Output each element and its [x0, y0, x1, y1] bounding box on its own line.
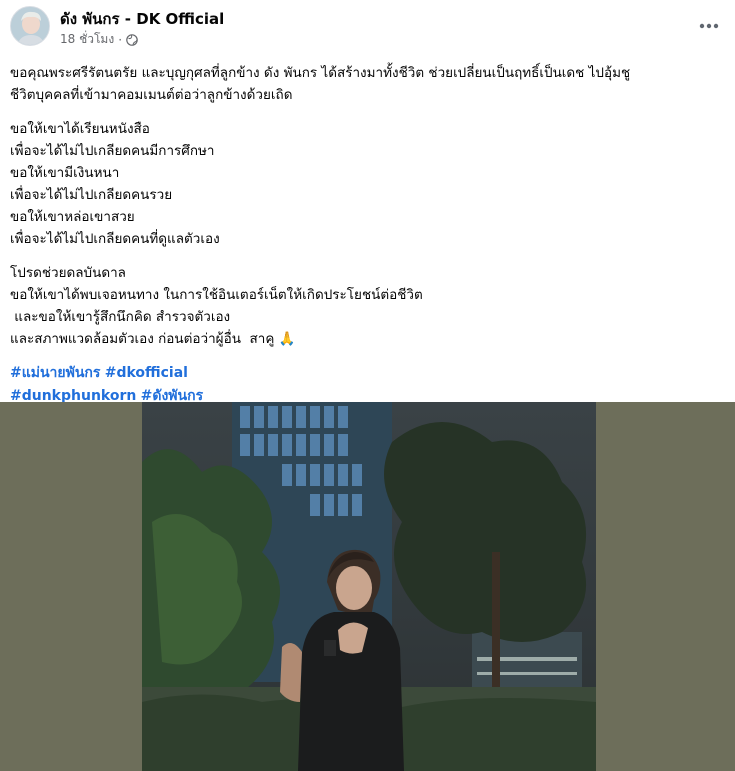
- post-body: ขอคุณพระศรีรัตนตรัย และบุญกุศลที่ลูกข้าง…: [10, 62, 725, 408]
- paragraph-wishes: ขอให้เขาได้เรียนหนังสือ เพื่อจะได้ไม่ไปเ…: [10, 118, 725, 250]
- text-line: และสภาพแวดล้อมตัวเอง ก่อนต่อว่าผู้อื่น ส…: [10, 331, 296, 347]
- facebook-post: ดัง พันกร - DK Official 18 ชั่วโมง · ขอค…: [0, 0, 735, 771]
- photo-container[interactable]: [0, 402, 735, 771]
- text-line: เพื่อจะได้ไม่ไปเกลียดคนมีการศึกษา: [10, 143, 215, 159]
- post-photo[interactable]: [142, 402, 596, 771]
- author-avatar[interactable]: [10, 6, 50, 46]
- photo-scene: [142, 402, 596, 771]
- text-line: และขอให้เขารู้สึกนึกคิด สำรวจตัวเอง: [10, 309, 231, 325]
- hashtag-link[interactable]: #แม่นายพันกร: [10, 365, 100, 381]
- text-line: ขอให้เขาได้เรียนหนังสือ: [10, 121, 150, 137]
- post-meta: 18 ชั่วโมง ·: [60, 30, 138, 49]
- meta-separator: ·: [118, 32, 123, 47]
- text-line: ขอให้เขาได้พบเจอหนทาง ในการใช้อินเตอร์เน…: [10, 287, 423, 303]
- text-line: ขอให้เขามีเงินหนา: [10, 165, 120, 181]
- hashtag-line: #แม่นายพันกร #dkofficial: [10, 362, 725, 385]
- post-header: ดัง พันกร - DK Official 18 ชั่วโมง ·: [0, 0, 735, 52]
- paragraph-blessing: โปรดช่วยดลบันดาล ขอให้เขาได้พบเจอหนทาง ใ…: [10, 262, 725, 350]
- text-line: ขอคุณพระศรีรัตนตรัย และบุญกุศลที่ลูกข้าง…: [10, 65, 631, 81]
- avatar-image: [11, 7, 49, 45]
- globe-icon[interactable]: [126, 33, 138, 46]
- text-line: โปรดช่วยดลบันดาล: [10, 265, 126, 281]
- author-name[interactable]: ดัง พันกร - DK Official: [60, 7, 224, 31]
- text-line: ขอให้เขาหล่อเขาสวย: [10, 209, 135, 225]
- more-icon[interactable]: [697, 14, 721, 38]
- text-line: เพื่อจะได้ไม่ไปเกลียดคนรวย: [10, 187, 173, 203]
- paragraph-intro: ขอคุณพระศรีรัตนตรัย และบุญกุศลที่ลูกข้าง…: [10, 62, 725, 106]
- text-line: เพื่อจะได้ไม่ไปเกลียดคนที่ดูแลตัวเอง: [10, 231, 220, 247]
- post-timestamp[interactable]: 18 ชั่วโมง: [60, 30, 114, 49]
- text-line: ชีวิตบุคคลที่เข้ามาคอมเมนต์ต่อว่าลูกข้าง…: [10, 87, 293, 103]
- hashtag-link[interactable]: #dkofficial: [105, 365, 188, 381]
